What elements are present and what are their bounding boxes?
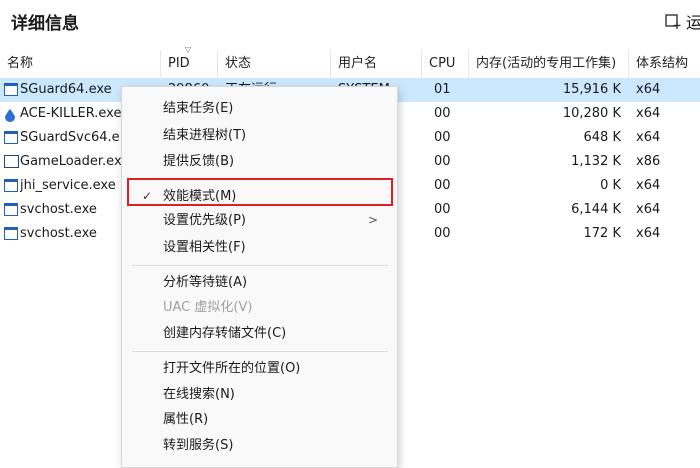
menu-item-set-affinity[interactable]: 设置相关性(F) (122, 236, 397, 259)
window-app-icon (4, 179, 18, 192)
menu-item-label: 打开文件所在的位置(O) (163, 361, 301, 376)
menu-item-properties[interactable]: 属性(R) (122, 408, 397, 431)
menu-item-label: 转到服务(S) (163, 438, 234, 453)
menu-item-end-task[interactable]: 结束任务(E) (122, 97, 397, 120)
cell-arch: x64 (636, 178, 661, 193)
menu-item-go-to-services[interactable]: 转到服务(S) (122, 434, 397, 457)
page-title: 详细信息 (11, 14, 79, 34)
column-header-cpu[interactable]: CPU (422, 50, 469, 78)
cell-cpu: 00 (434, 178, 451, 193)
column-header-username[interactable]: 用户名 (331, 50, 422, 78)
menu-item-create-dump-file[interactable]: 创建内存转储文件(C) (122, 322, 397, 345)
column-header-name[interactable]: 名称 (0, 50, 161, 78)
window-app-icon (4, 227, 18, 240)
column-header-pid[interactable]: PID (161, 50, 218, 78)
cell-mem: 1,132 K (571, 154, 621, 169)
menu-item-label: 提供反馈(B) (163, 154, 235, 169)
cell-mem: 10,280 K (562, 106, 621, 121)
cell-cpu: 00 (434, 202, 451, 217)
cell-arch: x64 (636, 130, 661, 145)
context-menu: 结束任务(E) 结束进程树(T) 提供反馈(B) ✓ 效能模式(M) 设置优先级… (121, 86, 398, 468)
annotation-highlight-box (127, 178, 393, 206)
menu-item-analyze-wait-chain[interactable]: 分析等待链(A) (122, 271, 397, 294)
table-header: 名称 PID 状态 用户名 CPU 内存(活动的专用工作集) 体系结构 (0, 50, 700, 79)
menu-item-label: 结束任务(E) (163, 101, 234, 116)
cell-cpu: 00 (434, 130, 451, 145)
menu-item-label: 在线搜索(N) (163, 387, 235, 402)
menu-item-label: 创建内存转储文件(C) (163, 326, 287, 341)
cell-cpu: 00 (434, 226, 451, 241)
run-task-icon (664, 12, 682, 30)
run-task-label: 运 (686, 13, 700, 32)
menu-separator (132, 351, 388, 352)
cell-cpu: 01 (434, 82, 451, 97)
cell-cpu: 00 (434, 154, 451, 169)
column-header-status[interactable]: 状态 (218, 50, 331, 78)
menu-item-label: 结束进程树(T) (163, 128, 247, 143)
cell-cpu: 00 (434, 106, 451, 121)
cell-arch: x64 (636, 106, 661, 121)
cell-arch: x64 (636, 202, 661, 217)
menu-item-label: 分析等待链(A) (163, 275, 248, 290)
window-app-icon (4, 83, 18, 96)
cell-mem: 6,144 K (571, 202, 621, 217)
frame-app-icon (4, 155, 19, 168)
cell-mem: 172 K (583, 226, 621, 241)
menu-item-search-online[interactable]: 在线搜索(N) (122, 383, 397, 406)
menu-item-label: UAC 虚拟化(V) (163, 300, 253, 315)
menu-item-open-file-location[interactable]: 打开文件所在的位置(O) (122, 357, 397, 380)
cell-mem: 0 K (600, 178, 621, 193)
column-header-memory[interactable]: 内存(活动的专用工作集) (469, 50, 629, 78)
menu-item-end-process-tree[interactable]: 结束进程树(T) (122, 124, 397, 147)
window-app-icon (4, 203, 18, 216)
cell-mem: 15,916 K (562, 82, 621, 97)
cell-arch: x86 (636, 154, 661, 169)
sort-chevron-icon: ▽ (185, 45, 192, 54)
menu-item-feedback[interactable]: 提供反馈(B) (122, 150, 397, 173)
column-header-architecture[interactable]: 体系结构 (629, 50, 700, 78)
cell-arch: x64 (636, 82, 661, 97)
run-new-task-button[interactable]: 运 (664, 8, 700, 34)
menu-item-label: 设置相关性(F) (163, 240, 246, 255)
menu-item-label: 属性(R) (163, 412, 209, 427)
chevron-right-icon: > (368, 213, 379, 227)
cell-mem: 648 K (583, 130, 621, 145)
menu-item-set-priority[interactable]: 设置优先级(P) > (122, 209, 397, 232)
water-drop-icon (5, 107, 15, 122)
window-app-icon (4, 131, 18, 144)
menu-item-label: 设置优先级(P) (163, 213, 246, 228)
cell-arch: x64 (636, 226, 661, 241)
menu-separator (132, 265, 388, 266)
menu-item-uac-virtualization: UAC 虚拟化(V) (122, 296, 397, 319)
